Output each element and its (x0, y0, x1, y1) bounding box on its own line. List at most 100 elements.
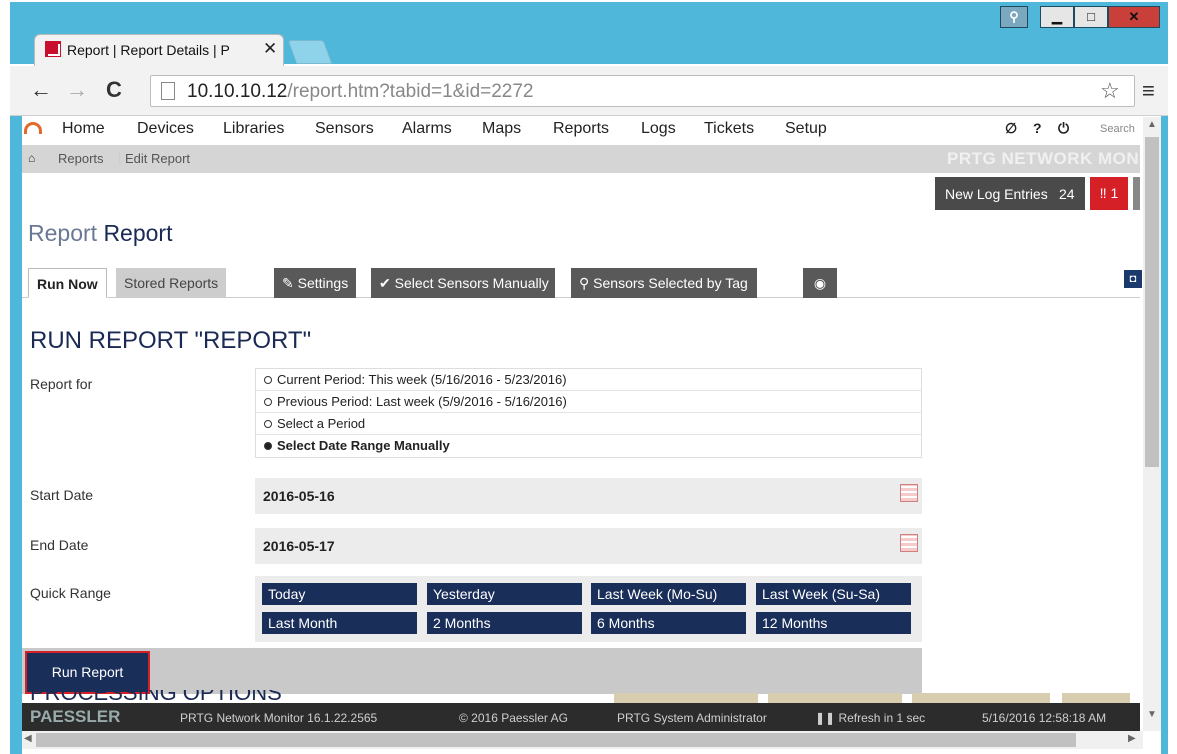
processing-heading-clip: PROCESSING OPTIONS (30, 690, 330, 700)
breadcrumb-reports[interactable]: Reports (58, 151, 104, 166)
tab-extra-icon[interactable]: ◉ (803, 268, 837, 298)
radio-date-range-manual[interactable]: Select Date Range Manually (256, 435, 921, 457)
quick-2-months-button[interactable]: 2 Months (427, 612, 582, 634)
radio-select-period[interactable]: Select a Period (256, 413, 921, 435)
tab-stored-reports[interactable]: Stored Reports (116, 268, 226, 298)
reload-icon[interactable]: C (106, 77, 122, 103)
tab-settings[interactable]: ✎ Settings (274, 268, 356, 298)
quick-last-week-mo-su-button[interactable]: Last Week (Mo-Su) (591, 583, 746, 605)
tab-strip (912, 693, 1050, 703)
home-icon[interactable]: ⌂ (28, 151, 35, 165)
nav-alarms[interactable]: Alarms (402, 120, 452, 138)
horizontal-scroll-thumb[interactable] (36, 733, 1076, 747)
quick-12-months-button[interactable]: 12 Months (756, 612, 911, 634)
quick-yesterday-button[interactable]: Yesterday (427, 583, 582, 605)
scroll-right-arrow-icon[interactable]: ▶ (1128, 733, 1136, 744)
radio-circle-icon (264, 398, 272, 406)
footer-user[interactable]: PRTG System Administrator (617, 711, 767, 725)
tab-title: Report | Report Details | P (67, 42, 230, 58)
nav-libraries[interactable]: Libraries (223, 120, 284, 138)
log-count: 24 (1059, 186, 1075, 202)
page-title-name: Report (103, 220, 173, 246)
nav-logs[interactable]: Logs (641, 120, 676, 138)
forward-arrow-icon[interactable]: → (66, 77, 88, 103)
end-date-field[interactable]: 2016-05-17 (255, 528, 922, 564)
close-window-button[interactable]: ✕ (1108, 6, 1160, 28)
footer-refresh-label: Refresh in 1 sec (838, 711, 926, 725)
help-icon[interactable]: ? (1033, 120, 1042, 136)
calendar-icon[interactable] (900, 534, 918, 552)
scroll-up-arrow-icon[interactable]: ▲ (1147, 119, 1157, 130)
maximize-button[interactable]: □ (1074, 6, 1108, 28)
page-icon (161, 82, 175, 100)
nav-tickets[interactable]: Tickets (704, 120, 754, 138)
back-arrow-icon[interactable]: ← (30, 77, 52, 103)
footer-refresh[interactable]: ❚❚ Refresh in 1 sec (815, 711, 925, 725)
quick-6-months-button[interactable]: 6 Months (591, 612, 746, 634)
tab-select-sensors[interactable]: ✔ Select Sensors Manually (371, 268, 555, 298)
scroll-down-arrow-icon[interactable]: ▼ (1147, 709, 1157, 720)
start-date-field[interactable]: 2016-05-16 (255, 478, 922, 514)
logout-icon[interactable]: ⏻ (1058, 120, 1069, 137)
browser-tab[interactable]: Report | Report Details | P ✕ (34, 34, 284, 66)
processing-options-heading: PROCESSING OPTIONS (30, 690, 282, 700)
alarm-badge[interactable]: ‼ 1 (1090, 177, 1128, 210)
nav-setup[interactable]: Setup (785, 120, 827, 138)
end-date-value: 2016-05-17 (263, 538, 335, 554)
radio-label: Select Date Range Manually (277, 438, 450, 453)
alarm-count: 1 (1110, 185, 1119, 201)
new-log-entries-badge[interactable]: New Log Entries 24 (935, 177, 1085, 210)
nav-maps[interactable]: Maps (482, 120, 521, 138)
window-frame-left (10, 116, 22, 754)
address-bar[interactable]: 10.10.10.12/report.htm?tabid=1&id=2272 (150, 75, 1135, 107)
nav-home[interactable]: Home (62, 120, 105, 138)
quick-range-panel: Today Yesterday Last Week (Mo-Su) Last W… (255, 576, 922, 642)
tab-sensors-by-tag-label: Sensors Selected by Tag (593, 275, 748, 291)
minimize-button[interactable]: ▁ (1040, 6, 1074, 28)
quick-today-button[interactable]: Today (262, 583, 417, 605)
brand-title: PRTG NETWORK MON (947, 149, 1140, 168)
search-input[interactable]: Search (1100, 123, 1135, 135)
page-title-prefix: Report (28, 220, 98, 246)
radio-circle-icon (264, 376, 272, 384)
footer-datetime: 5/16/2016 12:58:18 AM (982, 711, 1107, 725)
browser-window: Report | Report Details | P ✕ ⚲ ▁ □ ✕ ← … (0, 0, 1177, 754)
radio-previous-period[interactable]: Previous Period: Last week (5/9/2016 - 5… (256, 391, 921, 413)
quick-last-month-button[interactable]: Last Month (262, 612, 417, 634)
pause-icon[interactable]: ∅ (1005, 120, 1017, 137)
nav-reports[interactable]: Reports (553, 120, 609, 138)
start-date-value: 2016-05-16 (263, 488, 335, 504)
radio-current-period[interactable]: Current Period: This week (5/16/2016 - 5… (256, 369, 921, 391)
tab-bar: Run Now Stored Reports ✎ Settings ✔ Sele… (22, 268, 1142, 298)
bookmark-star-icon[interactable]: ☆ (1100, 78, 1120, 104)
tab-settings-label: Settings (297, 275, 349, 291)
quick-last-week-su-sa-button[interactable]: Last Week (Su-Sa) (756, 583, 911, 605)
footer-version: PRTG Network Monitor 16.1.22.2565 (180, 711, 378, 725)
panel-toggle-icon[interactable]: ◘ (1124, 270, 1142, 288)
run-report-bar (22, 648, 922, 694)
url-host: 10.10.10.12 (187, 81, 288, 102)
tab-strip (768, 693, 902, 703)
tab-sensors-by-tag[interactable]: ⚲ Sensors Selected by Tag (571, 268, 757, 298)
tab-strip (614, 693, 758, 703)
scroll-left-arrow-icon[interactable]: ◀ (24, 733, 32, 744)
pause-icon: ❚❚ (815, 711, 836, 725)
run-report-button[interactable]: Run Report (25, 651, 150, 694)
calendar-icon[interactable] (900, 484, 918, 502)
nav-devices[interactable]: Devices (137, 120, 194, 138)
user-icon[interactable]: ⚲ (1000, 6, 1028, 28)
close-tab-icon[interactable]: ✕ (263, 39, 277, 59)
footer-copyright: © 2016 Paessler AG (459, 711, 568, 725)
log-label: New Log Entries (945, 186, 1048, 202)
radio-filled-icon (264, 442, 272, 450)
quick-range-label: Quick Range (30, 585, 111, 601)
window-frame-right (1161, 116, 1168, 754)
start-date-label: Start Date (30, 487, 94, 503)
status-badge[interactable] (1133, 177, 1140, 210)
menu-icon[interactable]: ≡ (1142, 78, 1155, 104)
tab-run-now[interactable]: Run Now (28, 268, 107, 298)
vertical-scroll-thumb[interactable] (1145, 137, 1159, 467)
nav-sensors[interactable]: Sensors (315, 120, 374, 138)
breadcrumb-edit-report[interactable]: Edit Report (125, 151, 190, 166)
radio-label: Previous Period: Last week (5/9/2016 - 5… (277, 394, 567, 409)
